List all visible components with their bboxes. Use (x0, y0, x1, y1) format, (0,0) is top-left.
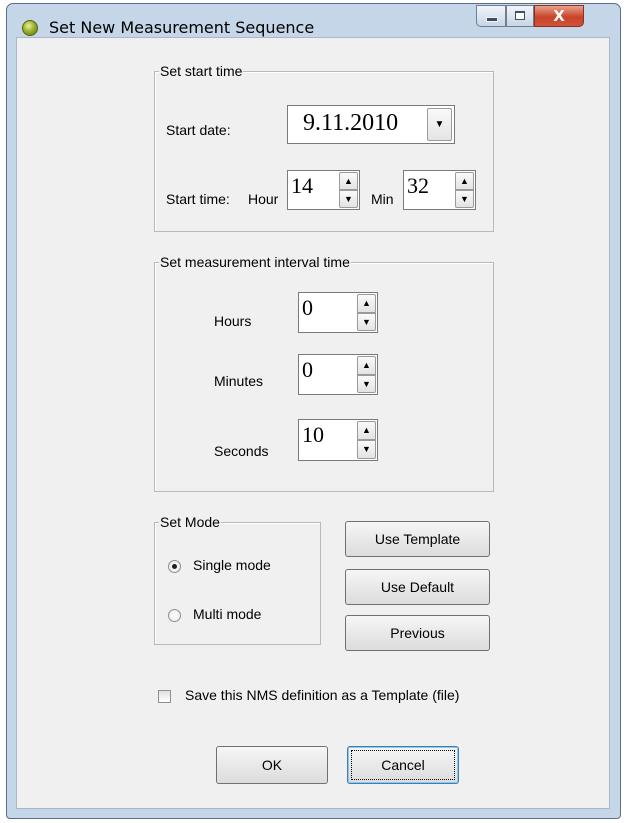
maximize-icon (515, 11, 525, 20)
minutes-spin-down-button[interactable]: ▼ (357, 374, 376, 393)
arrow-up-icon: ▲ (460, 176, 469, 186)
hours-spin-arrows: ▲ ▼ (357, 294, 376, 331)
start-time-group: Set start time Start date: 9.11.2010 ▼ S… (154, 63, 494, 232)
cancel-button-label: Cancel (381, 757, 425, 773)
minutes-label: Minutes (214, 373, 264, 389)
start-date-dropdown-button[interactable]: ▼ (427, 108, 452, 141)
min-spin-down-button[interactable]: ▼ (455, 190, 474, 208)
arrow-up-icon: ▲ (344, 176, 353, 186)
arrow-up-icon: ▲ (362, 425, 371, 435)
dialog-client-area: Set start time Start date: 9.11.2010 ▼ S… (16, 37, 610, 809)
window-title: Set New Measurement Sequence (49, 18, 315, 37)
close-button[interactable]: X (534, 5, 584, 27)
min-value: 32 (407, 173, 429, 198)
arrow-down-icon: ▼ (344, 194, 353, 204)
interval-time-group: Set measurement interval time Hours 0 ▲ … (154, 254, 494, 492)
seconds-spin-up-button[interactable]: ▲ (357, 421, 376, 440)
start-date-combobox[interactable]: 9.11.2010 ▼ (287, 105, 455, 144)
multi-mode-radio[interactable] (168, 609, 181, 622)
min-label: Min (371, 191, 394, 207)
start-date-label: Start date: (166, 122, 231, 138)
arrow-up-icon: ▲ (362, 298, 371, 308)
mode-group-legend: Set Mode (159, 514, 221, 530)
start-time-group-legend: Set start time (159, 63, 244, 79)
arrow-down-icon: ▼ (362, 444, 371, 454)
min-spin-up-button[interactable]: ▲ (455, 172, 474, 190)
save-template-checkbox[interactable] (158, 690, 171, 703)
hour-spin-arrows: ▲ ▼ (339, 172, 358, 208)
minutes-spin-up-button[interactable]: ▲ (357, 356, 376, 375)
hours-spin-up-button[interactable]: ▲ (357, 294, 376, 313)
minimize-button[interactable] (476, 5, 506, 27)
minutes-spinbox[interactable]: 0 ▲ ▼ (298, 354, 378, 395)
minimize-icon (486, 17, 498, 22)
hours-value: 0 (302, 295, 313, 320)
app-icon (22, 20, 38, 36)
ok-button[interactable]: OK (216, 746, 328, 784)
mode-group: Set Mode Single mode Multi mode (154, 514, 321, 645)
single-mode-label[interactable]: Single mode (193, 557, 271, 573)
minutes-spin-arrows: ▲ ▼ (357, 356, 376, 393)
hour-spin-down-button[interactable]: ▼ (339, 190, 358, 208)
arrow-down-icon: ▼ (362, 316, 371, 327)
multi-mode-label[interactable]: Multi mode (193, 606, 261, 622)
seconds-spinbox[interactable]: 10 ▲ ▼ (298, 419, 378, 461)
hours-spin-down-button[interactable]: ▼ (357, 312, 376, 331)
hour-spinbox[interactable]: 14 ▲ ▼ (287, 170, 360, 210)
use-default-button[interactable]: Use Default (345, 569, 490, 605)
hours-spinbox[interactable]: 0 ▲ ▼ (298, 292, 378, 333)
cancel-button[interactable]: Cancel (347, 746, 459, 784)
save-template-label[interactable]: Save this NMS definition as a Template (… (185, 687, 459, 703)
chevron-down-icon: ▼ (434, 119, 445, 130)
single-mode-radio[interactable] (168, 560, 181, 573)
start-time-label: Start time: (166, 191, 230, 207)
use-template-button[interactable]: Use Template (345, 521, 490, 557)
seconds-spin-down-button[interactable]: ▼ (357, 440, 376, 459)
seconds-value: 10 (302, 422, 324, 447)
hour-value: 14 (291, 173, 313, 198)
dialog-window: Set New Measurement Sequence X Set start… (6, 3, 621, 819)
arrow-down-icon: ▼ (362, 378, 371, 389)
min-spin-arrows: ▲ ▼ (455, 172, 474, 208)
hour-spin-up-button[interactable]: ▲ (339, 172, 358, 190)
hours-label: Hours (214, 313, 252, 329)
seconds-label: Seconds (214, 443, 269, 459)
maximize-button[interactable] (506, 5, 534, 27)
interval-time-group-legend: Set measurement interval time (159, 254, 351, 270)
close-icon: X (553, 7, 565, 25)
minutes-value: 0 (302, 357, 313, 382)
arrow-up-icon: ▲ (362, 360, 371, 370)
previous-button[interactable]: Previous (345, 615, 490, 651)
seconds-spin-arrows: ▲ ▼ (357, 421, 376, 459)
arrow-down-icon: ▼ (460, 194, 469, 204)
hour-label: Hour (248, 191, 279, 207)
min-spinbox[interactable]: 32 ▲ ▼ (403, 170, 476, 210)
start-date-value: 9.11.2010 (303, 110, 399, 136)
